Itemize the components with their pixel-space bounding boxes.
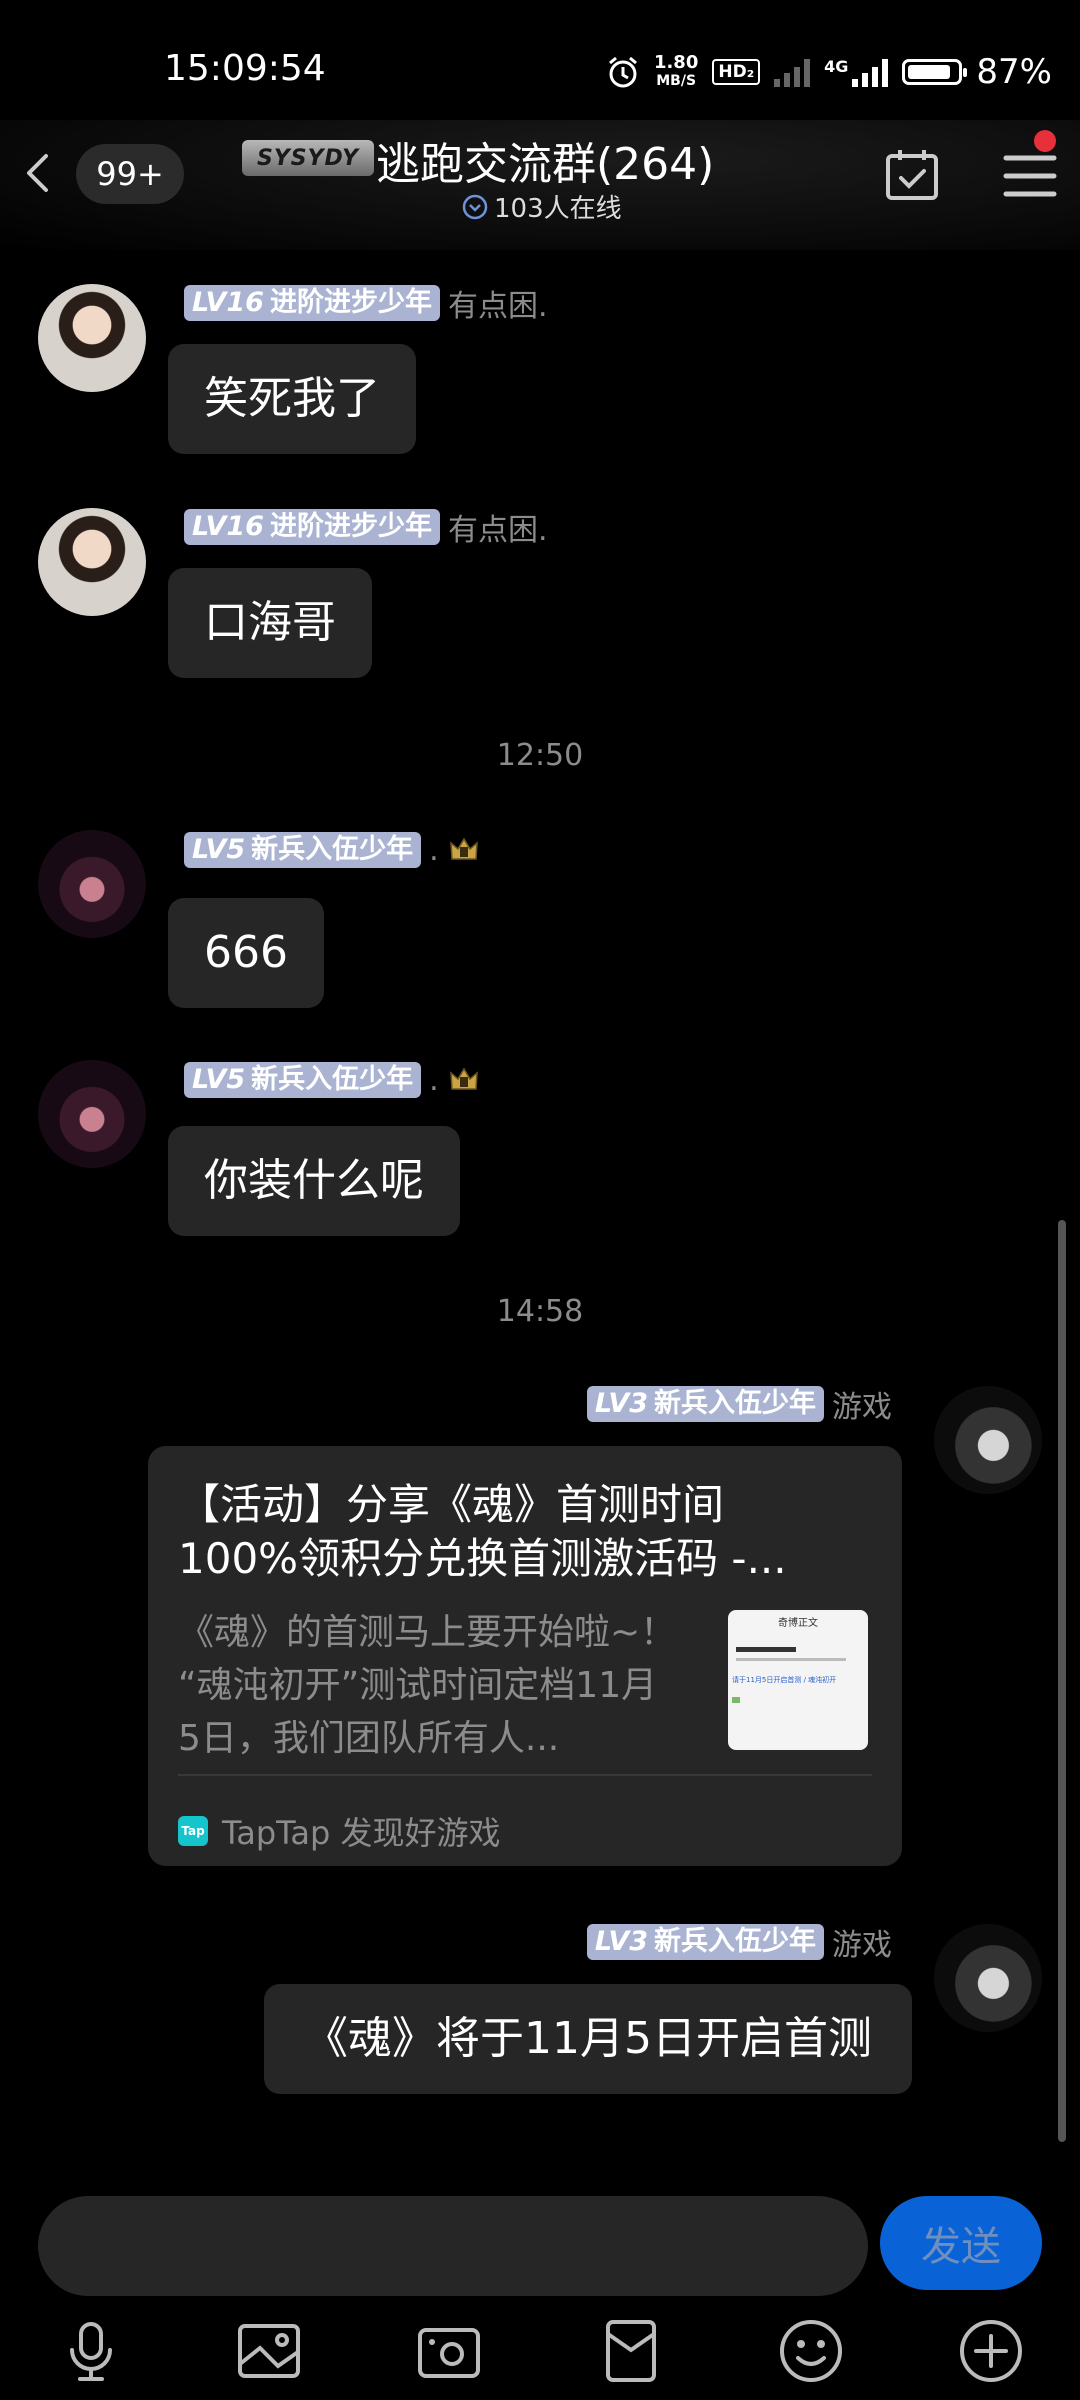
calendar-check-icon[interactable] — [884, 146, 940, 202]
link-card-title: 【活动】分享《魂》首测时间 100%领积分兑换首测激活码 -... — [178, 1480, 787, 1583]
sender-meta: LV3 新兵入伍少年 游戏 — [586, 1386, 892, 1425]
link-card-thumbnail: 奇博正文 请于11月5日开启首测 / 魂沌初开 — [728, 1610, 868, 1750]
timestamp-divider: 12:50 — [496, 738, 584, 773]
scrollbar[interactable] — [1058, 1220, 1066, 2142]
avatar[interactable] — [38, 830, 146, 938]
sender-name[interactable]: 有点困. — [448, 281, 548, 325]
level-badge: LV3 新兵入伍少年 — [586, 1924, 824, 1960]
send-button[interactable]: 发送 — [880, 2196, 1042, 2290]
sender-name[interactable]: 有点困. — [448, 505, 548, 549]
sender-meta: LV3 新兵入伍少年 游戏 — [586, 1924, 892, 1963]
message-bubble[interactable]: 《魂》将于11月5日开启首测 — [264, 1984, 912, 2094]
sender-meta: LV16 进阶进步少年 有点困. — [184, 285, 548, 324]
status-icons: 1.80 MB/S HD₂ 4G 87% — [606, 48, 1052, 96]
taptap-icon: Tap — [178, 1816, 208, 1846]
avatar[interactable] — [38, 508, 146, 616]
sender-name[interactable]: 游戏 — [832, 1920, 892, 1964]
avatar[interactable] — [38, 1060, 146, 1168]
group-title[interactable]: 逃跑交流群(264) — [376, 128, 714, 192]
message-bubble[interactable]: 666 — [168, 898, 324, 1008]
unread-count-badge[interactable]: 99+ — [76, 144, 184, 204]
link-card-source: Tap TapTap 发现好游戏 — [178, 1808, 501, 1854]
crown-icon — [449, 837, 478, 860]
timestamp-divider: 14:58 — [496, 1294, 584, 1329]
sender-meta: LV5 新兵入伍少年 . — [184, 832, 481, 868]
avatar[interactable] — [934, 1924, 1042, 2032]
level-badge: LV5 新兵入伍少年 — [184, 1062, 422, 1098]
net-speed: 1.80 MB/S — [653, 52, 699, 90]
message-input[interactable] — [38, 2196, 868, 2296]
group-logo: SYSYDY — [242, 140, 374, 176]
sender-name[interactable]: 游戏 — [832, 1382, 892, 1426]
message-bubble[interactable]: 笑死我了 — [168, 344, 416, 454]
online-status[interactable]: 103人在线 — [462, 188, 622, 225]
message-bubble[interactable]: 你装什么呢 — [168, 1126, 460, 1236]
back-arrow-icon[interactable] — [14, 148, 64, 198]
chevron-down-circle-icon — [462, 194, 488, 219]
avatar[interactable] — [38, 284, 146, 392]
crown-icon — [449, 1067, 478, 1090]
level-badge: LV5 新兵入伍少年 — [184, 832, 422, 868]
image-icon[interactable] — [234, 2316, 304, 2386]
level-badge: LV3 新兵入伍少年 — [586, 1386, 824, 1422]
battery-percent: 87% — [976, 52, 1052, 92]
level-badge: LV16 进阶进步少年 — [184, 285, 440, 321]
link-card-description: 《魂》的首测马上要开始啦~！ “魂沌初开”测试时间定档11月 5日，我们团队所有… — [178, 1612, 677, 1759]
hd-badge: HD₂ — [712, 59, 761, 85]
mic-icon[interactable] — [56, 2316, 126, 2386]
avatar[interactable] — [934, 1386, 1042, 1494]
signal-sim2-icon: 4G — [824, 57, 889, 87]
sender-name[interactable]: . — [429, 833, 439, 868]
card-divider — [178, 1774, 872, 1776]
shared-link-card[interactable]: 【活动】分享《魂》首测时间 100%领积分兑换首测激活码 -... 《魂》的首测… — [148, 1446, 902, 1866]
alarm-icon — [608, 56, 637, 88]
red-packet-icon[interactable] — [596, 2316, 666, 2386]
menu-icon[interactable] — [990, 124, 1070, 224]
online-count: 103人在线 — [494, 194, 622, 224]
level-badge: LV16 进阶进步少年 — [184, 509, 440, 545]
sender-meta: LV5 新兵入伍少年 . — [184, 1062, 481, 1098]
sender-name[interactable]: . — [429, 1063, 439, 1098]
sender-meta: LV16 进阶进步少年 有点困. — [184, 509, 548, 548]
message-bubble[interactable]: 口海哥 — [168, 568, 372, 678]
notification-dot — [1034, 130, 1056, 152]
camera-icon[interactable] — [414, 2316, 484, 2386]
emoji-icon[interactable] — [776, 2316, 846, 2386]
plus-icon[interactable] — [956, 2316, 1026, 2386]
status-time: 15:09:54 — [164, 48, 326, 89]
battery-icon — [902, 59, 968, 85]
signal-sim1-icon — [774, 57, 811, 87]
